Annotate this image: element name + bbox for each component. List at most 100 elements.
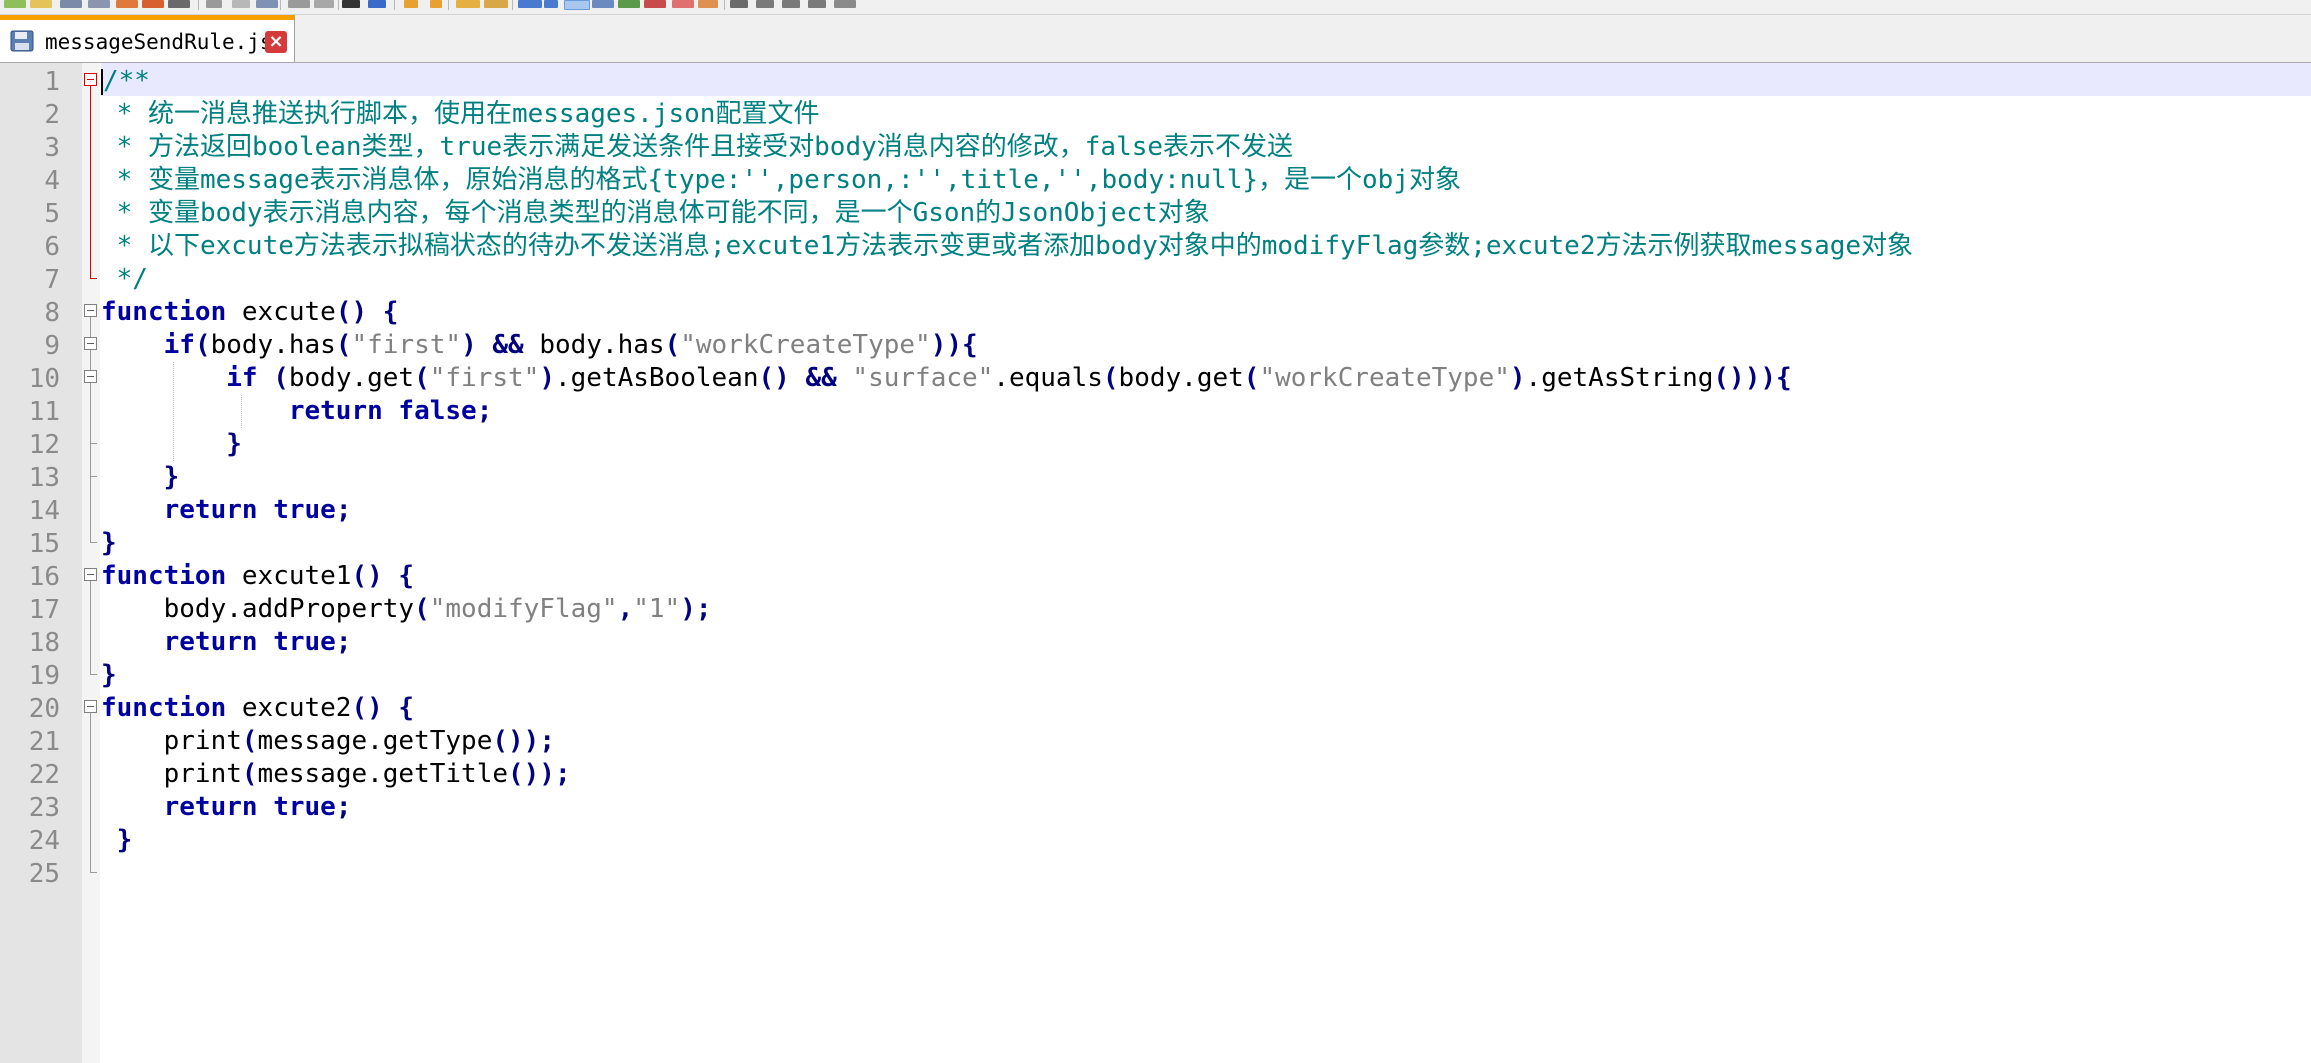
undo-icon[interactable]: [288, 0, 310, 8]
code-token: /**: [103, 66, 150, 96]
zoom-out-icon[interactable]: [430, 0, 442, 8]
line-number: 20: [28, 694, 60, 724]
code-token: }: [163, 462, 180, 492]
code-token: true: [273, 495, 336, 525]
line-number: 13: [28, 463, 60, 493]
code-token: (: [241, 726, 258, 756]
tab-messagesendrule[interactable]: messageSendRule.js ×: [0, 15, 295, 62]
code-line: }: [101, 428, 242, 461]
toolbar-separator: [198, 0, 199, 10]
replace-icon[interactable]: [368, 0, 386, 8]
print-icon[interactable]: [168, 0, 190, 8]
code-token: body.addProperty: [101, 594, 415, 624]
cut-icon[interactable]: [206, 0, 222, 8]
code-token: excute1: [226, 561, 352, 591]
code-line: * 统一消息推送执行脚本，使用在messages.json配置文件: [101, 98, 820, 131]
code-token: ,: [617, 594, 634, 624]
line-number: 6: [44, 232, 60, 262]
close-icon[interactable]: ×: [265, 31, 287, 53]
save-all-icon[interactable]: [88, 0, 110, 8]
code-line: function excute() {: [101, 296, 398, 329]
fold-toggle-icon[interactable]: [84, 73, 97, 86]
toolbar-separator: [512, 0, 513, 10]
open-folder-icon[interactable]: [30, 0, 52, 8]
close-file-icon[interactable]: [116, 0, 138, 8]
function-list-icon[interactable]: [644, 0, 666, 8]
toolbar-separator: [724, 0, 725, 10]
line-number: 5: [44, 199, 60, 229]
monitoring-icon[interactable]: [698, 0, 718, 8]
copy-icon[interactable]: [232, 0, 250, 8]
doc-map-icon[interactable]: [618, 0, 640, 8]
fold-toggle-icon[interactable]: [84, 337, 97, 350]
code-token: true: [273, 627, 336, 657]
saved-file-icon: [10, 30, 34, 52]
code-line: print(message.getTitle());: [101, 758, 571, 791]
code-token: (): [758, 363, 790, 393]
toolbar-separator: [280, 0, 281, 10]
code-token: return: [163, 792, 258, 822]
code-token: "modifyFlag": [429, 594, 618, 624]
line-number: 16: [28, 562, 60, 592]
code-token: */: [101, 264, 148, 294]
indent-guide-icon[interactable]: [564, 0, 590, 10]
code-token: (: [414, 363, 430, 393]
macro-play-icon[interactable]: [782, 0, 800, 8]
line-number: 2: [44, 100, 60, 130]
zoom-in-icon[interactable]: [404, 0, 418, 8]
line-number: 3: [44, 133, 60, 163]
macro-save-icon[interactable]: [834, 0, 856, 8]
fold-toggle-icon[interactable]: [84, 700, 97, 713]
code-token: ())){: [1713, 363, 1792, 393]
line-number: 8: [44, 298, 60, 328]
code-token: {: [382, 693, 415, 723]
fold-toggle-icon[interactable]: [84, 304, 97, 317]
save-icon[interactable]: [60, 0, 82, 8]
fold-line: [90, 317, 91, 542]
find-icon[interactable]: [342, 0, 360, 8]
code-line: return false;: [101, 395, 493, 428]
code-token: return: [163, 495, 258, 525]
sync-horizontal-icon[interactable]: [484, 0, 508, 8]
code-token: "first": [351, 330, 462, 360]
code-line: function excute2() {: [101, 692, 414, 725]
show-all-chars-icon[interactable]: [544, 0, 558, 8]
tab-bar: messageSendRule.js ×: [0, 15, 2311, 63]
paste-icon[interactable]: [256, 0, 278, 8]
code-token: return: [163, 627, 258, 657]
macro-record-icon[interactable]: [730, 0, 748, 8]
code-token: );: [680, 594, 712, 624]
fold-toggle-icon[interactable]: [84, 568, 97, 581]
word-wrap-icon[interactable]: [518, 0, 542, 8]
code-line: * 变量body表示消息内容，每个消息类型的消息体可能不同，是一个Gson的Js…: [101, 197, 1210, 230]
fold-margin[interactable]: [82, 63, 100, 1063]
sync-vertical-icon[interactable]: [456, 0, 480, 8]
new-file-icon[interactable]: [4, 0, 26, 8]
redo-icon[interactable]: [314, 0, 334, 8]
code-token: "1": [633, 594, 681, 624]
code-token: .getAsString: [1525, 363, 1714, 393]
code-token: * 变量message表示消息体，原始消息的格式{type:'',person,…: [101, 165, 1461, 195]
fold-toggle-icon[interactable]: [84, 370, 97, 383]
macro-run-multiple-icon[interactable]: [808, 0, 826, 8]
code-token: (): [351, 561, 383, 591]
line-number: 18: [28, 628, 60, 658]
close-all-icon[interactable]: [142, 0, 164, 8]
code-token: false: [398, 396, 477, 426]
code-line: body.addProperty("modifyFlag","1");: [101, 593, 712, 626]
line-number: 17: [28, 595, 60, 625]
folder-workspace-icon[interactable]: [672, 0, 694, 8]
user-language-icon[interactable]: [592, 0, 614, 8]
macro-stop-icon[interactable]: [756, 0, 774, 8]
code-token: function: [101, 561, 227, 591]
code-editor[interactable]: /** * 统一消息推送执行脚本，使用在messages.json配置文件 * …: [101, 63, 2311, 1063]
